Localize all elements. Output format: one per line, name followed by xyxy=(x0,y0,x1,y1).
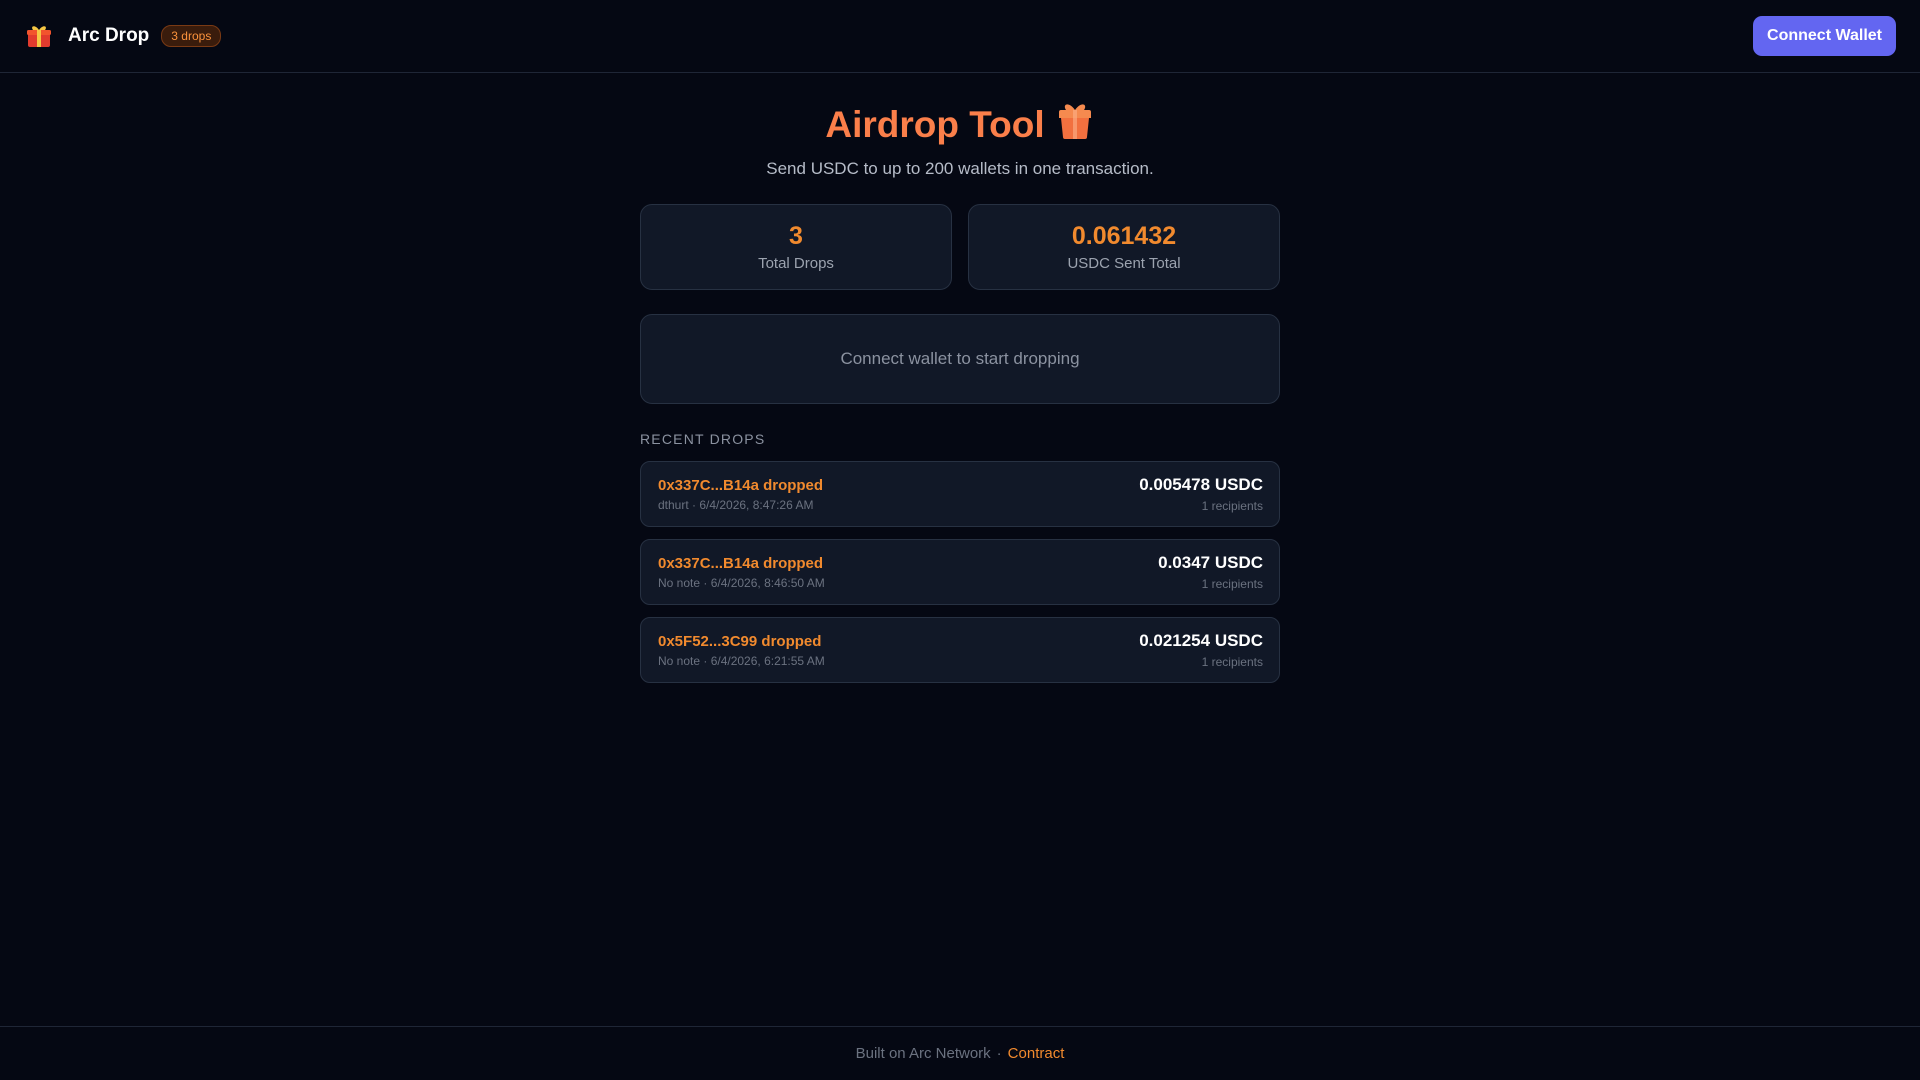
stat-usdc-sent: 0.061432 USDC Sent Total xyxy=(968,204,1280,290)
top-bar: Arc Drop 3 drops Connect Wallet xyxy=(0,0,1920,73)
hero: Airdrop Tool Send USDC to up to 200 wall… xyxy=(640,73,1280,179)
list-item[interactable]: 0x5F52...3C99 dropped No note · 6/4/2026… xyxy=(640,617,1280,683)
recent-drops-list: 0x337C...B14a dropped dthurt · 6/4/2026,… xyxy=(640,461,1280,683)
drop-summary: 0.0347 USDC 1 recipients xyxy=(1158,553,1263,591)
brand[interactable]: Arc Drop 3 drops xyxy=(24,21,222,51)
connect-wallet-button[interactable]: Connect Wallet xyxy=(1753,16,1896,56)
drop-summary: 0.021254 USDC 1 recipients xyxy=(1139,631,1263,669)
drops-count-badge: 3 drops xyxy=(161,25,222,47)
page-title-text: Airdrop Tool xyxy=(825,104,1045,145)
stat-label: USDC Sent Total xyxy=(1067,255,1181,272)
footer: Built on Arc Network · Contract xyxy=(0,1026,1920,1080)
drop-amount: 0.0347 USDC xyxy=(1158,553,1263,572)
drop-amount: 0.005478 USDC xyxy=(1139,475,1263,494)
drop-summary: 0.005478 USDC 1 recipients xyxy=(1139,475,1263,513)
drop-recipients: 1 recipients xyxy=(1201,577,1263,591)
drop-meta: dthurt · 6/4/2026, 8:47:26 AM xyxy=(658,497,814,512)
connect-wallet-prompt: Connect wallet to start dropping xyxy=(640,314,1280,404)
app-name: Arc Drop xyxy=(68,25,150,46)
page-subtitle: Send USDC to up to 200 wallets in one tr… xyxy=(766,159,1154,178)
drop-recipients: 1 recipients xyxy=(1201,655,1263,669)
drop-title: 0x5F52...3C99 dropped xyxy=(658,632,822,650)
drop-info: 0x337C...B14a dropped dthurt · 6/4/2026,… xyxy=(658,477,823,512)
list-item[interactable]: 0x337C...B14a dropped No note · 6/4/2026… xyxy=(640,539,1280,605)
drop-title: 0x337C...B14a dropped xyxy=(658,554,824,572)
stat-value: 3 xyxy=(789,222,803,250)
page-title: Airdrop Tool xyxy=(825,103,1094,147)
stat-total-drops: 3 Total Drops xyxy=(640,204,952,290)
main-content: Airdrop Tool Send USDC to up to 200 wall… xyxy=(640,73,1280,683)
contract-link[interactable]: Contract xyxy=(1008,1045,1065,1062)
stat-value: 0.061432 xyxy=(1071,222,1177,250)
gift-icon xyxy=(24,21,54,51)
stats-row: 3 Total Drops 0.061432 USDC Sent Total xyxy=(640,204,1280,290)
gift-icon xyxy=(1055,101,1095,150)
footer-separator: · xyxy=(996,1045,1002,1062)
drop-amount: 0.021254 USDC xyxy=(1139,631,1263,650)
drop-info: 0x5F52...3C99 dropped No note · 6/4/2026… xyxy=(658,633,825,668)
recent-drops-heading: RECENT DROPS xyxy=(640,431,766,447)
stat-label: Total Drops xyxy=(758,255,834,272)
drop-info: 0x337C...B14a dropped No note · 6/4/2026… xyxy=(658,555,825,590)
drop-recipients: 1 recipients xyxy=(1201,499,1263,513)
drop-title: 0x337C...B14a dropped xyxy=(658,476,824,494)
list-item[interactable]: 0x337C...B14a dropped dthurt · 6/4/2026,… xyxy=(640,461,1280,527)
drop-meta: No note · 6/4/2026, 6:21:55 AM xyxy=(658,653,825,668)
drop-meta: No note · 6/4/2026, 8:46:50 AM xyxy=(658,575,825,590)
footer-text: Built on Arc Network xyxy=(855,1045,991,1062)
